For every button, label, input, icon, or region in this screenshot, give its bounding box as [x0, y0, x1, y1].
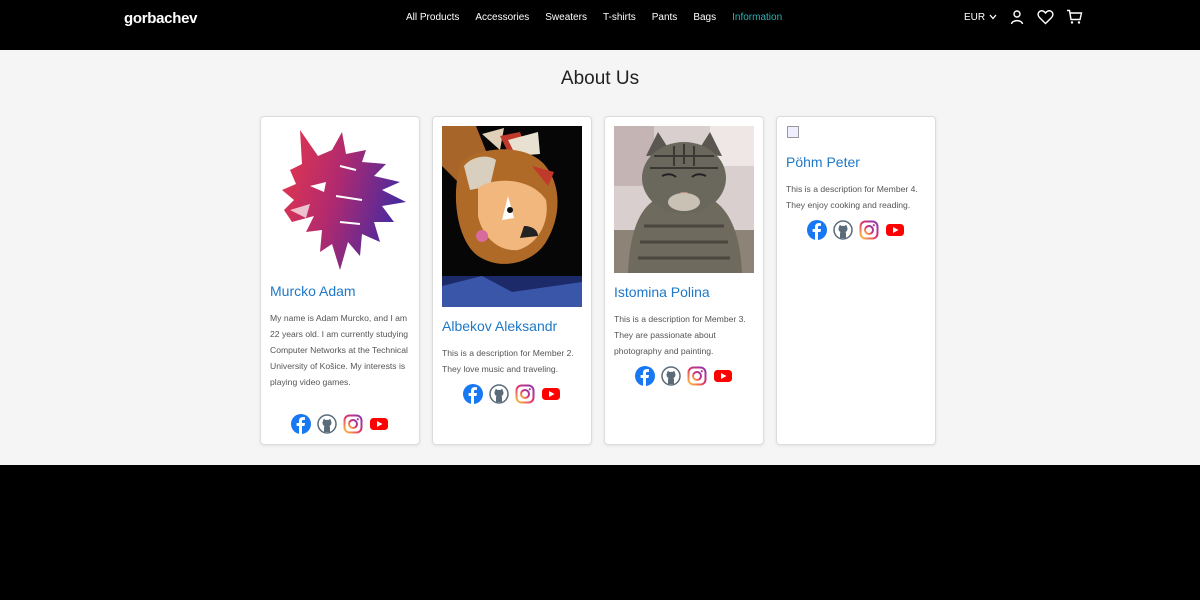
- nav-tshirts[interactable]: T-shirts: [603, 12, 636, 23]
- github-icon[interactable]: [661, 365, 682, 386]
- nav-accessories[interactable]: Accessories: [475, 12, 529, 23]
- broken-image-icon: [787, 126, 799, 138]
- member-description: This is a description for Member 2. They…: [442, 348, 574, 374]
- github-icon[interactable]: [833, 219, 854, 240]
- member-photo-tabby-cat: [614, 126, 754, 273]
- youtube-icon[interactable]: [885, 219, 906, 240]
- member-name[interactable]: Pöhm Peter: [786, 154, 860, 170]
- member-card: Pöhm Peter This is a description for Mem…: [776, 116, 936, 445]
- nav-pants[interactable]: Pants: [652, 12, 678, 23]
- youtube-icon[interactable]: [541, 383, 562, 404]
- member-photo-cartoon-character: [442, 126, 582, 307]
- facebook-icon[interactable]: [635, 365, 656, 386]
- instagram-icon[interactable]: [343, 413, 364, 434]
- nav-sweaters[interactable]: Sweaters: [545, 12, 587, 23]
- facebook-icon[interactable]: [291, 413, 312, 434]
- about-section: About Us Murcko Adam My name is Adam Mur…: [0, 50, 1200, 465]
- member-card: Istomina Polina This is a description fo…: [604, 116, 764, 445]
- currency-selector[interactable]: EUR: [964, 12, 997, 23]
- page-footer: [0, 465, 1200, 600]
- heart-icon[interactable]: [1037, 9, 1054, 25]
- nav-information[interactable]: Information: [732, 12, 782, 23]
- nav-bags[interactable]: Bags: [693, 12, 716, 23]
- github-icon[interactable]: [317, 413, 338, 434]
- social-links: [777, 219, 935, 240]
- member-card: Albekov Aleksandr This is a description …: [432, 116, 592, 445]
- member-name[interactable]: Albekov Aleksandr: [442, 318, 557, 334]
- user-icon[interactable]: [1009, 9, 1025, 25]
- youtube-icon[interactable]: [369, 413, 390, 434]
- nav-all-products[interactable]: All Products: [406, 12, 459, 23]
- instagram-icon[interactable]: [687, 365, 708, 386]
- member-description: This is a description for Member 4. They…: [786, 184, 918, 210]
- youtube-icon[interactable]: [713, 365, 734, 386]
- main-nav: All Products Accessories Sweaters T-shir…: [406, 12, 798, 23]
- social-links: [261, 413, 419, 434]
- site-header: gorbachev All Products Accessories Sweat…: [0, 0, 1200, 50]
- header-actions: EUR: [964, 9, 1083, 25]
- social-links: [433, 383, 591, 404]
- member-name[interactable]: Istomina Polina: [614, 284, 710, 300]
- page-title: About Us: [560, 68, 640, 89]
- cart-icon[interactable]: [1066, 9, 1083, 25]
- instagram-icon[interactable]: [515, 383, 536, 404]
- facebook-icon[interactable]: [463, 383, 484, 404]
- member-photo-broken-image: [787, 126, 927, 140]
- currency-label: EUR: [964, 11, 986, 23]
- brand-logo[interactable]: gorbachev: [124, 10, 197, 27]
- github-icon[interactable]: [489, 383, 510, 404]
- member-name[interactable]: Murcko Adam: [270, 283, 356, 299]
- social-links: [605, 365, 763, 386]
- member-photo-wolf-logo: [270, 126, 410, 272]
- member-description: My name is Adam Murcko, and I am 22 year…: [270, 313, 409, 387]
- instagram-icon[interactable]: [859, 219, 880, 240]
- member-card: Murcko Adam My name is Adam Murcko, and …: [260, 116, 420, 445]
- member-description: This is a description for Member 3. They…: [614, 314, 746, 356]
- chevron-down-icon: [989, 14, 997, 20]
- facebook-icon[interactable]: [807, 219, 828, 240]
